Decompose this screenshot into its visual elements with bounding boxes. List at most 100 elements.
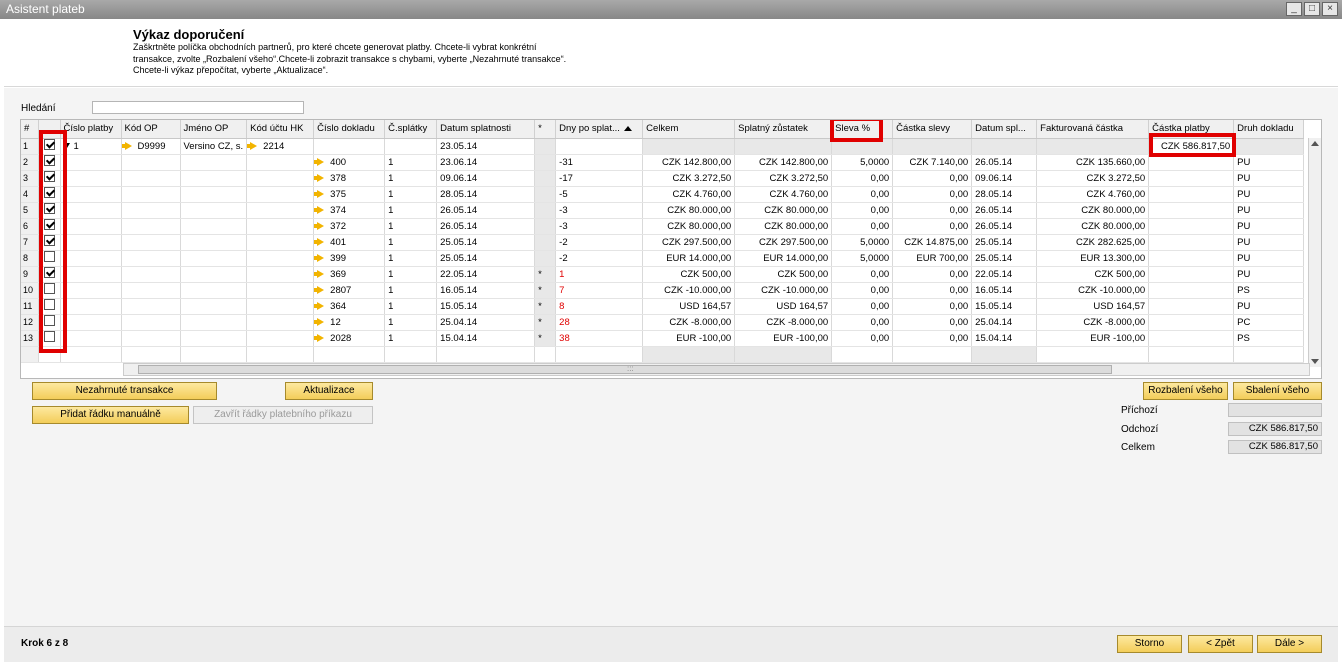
table-row[interactable]: 10 2807 1 16.05.14 * 7 CZK -10.000,00 CZK -10.0… — [21, 282, 1305, 299]
discount-date-cell[interactable]: 25.05.14 — [971, 234, 1038, 251]
table-row[interactable]: 6 372 1 26.05.14 -3 CZK 80.000,00 CZK 80.000,0… — [21, 218, 1305, 235]
discount-date-cell[interactable]: 22.05.14 — [971, 266, 1038, 283]
link-arrow-icon[interactable] — [313, 189, 325, 198]
table-row[interactable]: 13 2028 1 15.04.14 * 38 EUR -100,00 EUR -100,00… — [21, 330, 1305, 347]
table-row[interactable]: 4 375 1 28.05.14 -5 CZK 4.760,00 CZK 4.760,00 0… — [21, 186, 1305, 203]
discount-amount-cell[interactable]: 0,00 — [892, 314, 973, 331]
link-arrow-icon[interactable] — [313, 269, 325, 278]
discount-amount-cell[interactable]: CZK 14.875,00 — [892, 234, 973, 251]
col-header-invoiced-amount[interactable]: Fakturovaná částka — [1036, 120, 1150, 139]
discount-date-cell[interactable]: 16.05.14 — [971, 282, 1038, 299]
row-select-cell[interactable] — [38, 186, 61, 203]
payment-amount-cell[interactable] — [1148, 250, 1235, 267]
payment-amount-cell[interactable] — [1148, 234, 1235, 251]
collapse-icon[interactable] — [63, 143, 70, 149]
doc-no-cell[interactable]: 364 — [313, 298, 386, 315]
doc-no-cell[interactable]: 375 — [313, 186, 386, 203]
discount-date-cell[interactable]: 09.06.14 — [971, 170, 1038, 187]
payment-amount-cell[interactable] — [1148, 154, 1235, 171]
table-row[interactable]: 11 364 1 15.05.14 * 8 USD 164,57 USD 164,57 0,00… — [21, 298, 1305, 315]
discount-amount-cell[interactable]: 0,00 — [892, 330, 973, 347]
discount-pct-cell[interactable]: 5,0000 — [831, 154, 894, 171]
next-button[interactable]: Dále > — [1257, 635, 1322, 653]
payment-amount-cell[interactable] — [1148, 266, 1235, 283]
link-arrow-icon[interactable] — [313, 157, 325, 166]
payment-amount-cell[interactable] — [1148, 202, 1235, 219]
doc-no-cell[interactable]: 12 — [313, 314, 386, 331]
bp-code-cell[interactable]: D9999 — [121, 138, 181, 155]
link-arrow-icon[interactable] — [313, 285, 325, 294]
discount-date-cell[interactable]: 26.05.14 — [971, 202, 1038, 219]
row-select-checkbox[interactable] — [43, 299, 55, 311]
link-arrow-icon[interactable] — [121, 141, 132, 150]
row-select-checkbox[interactable] — [43, 315, 55, 327]
col-header-discount-date[interactable]: Datum spl... — [971, 120, 1038, 139]
discount-amount-cell[interactable]: CZK 7.140,00 — [892, 154, 973, 171]
link-arrow-icon[interactable] — [313, 333, 325, 342]
discount-date-cell[interactable]: 25.04.14 — [971, 314, 1038, 331]
discount-pct-cell[interactable]: 0,00 — [831, 282, 894, 299]
doc-no-cell[interactable]: 400 — [313, 154, 386, 171]
link-arrow-icon[interactable] — [313, 253, 325, 262]
doc-no-cell[interactable]: 2028 — [313, 330, 386, 347]
row-select-checkbox[interactable] — [43, 267, 55, 279]
discount-date-cell[interactable]: 28.05.14 — [971, 186, 1038, 203]
table-row[interactable]: 8 399 1 25.05.14 -2 EUR 14.000,00 EUR 14.000,0… — [21, 250, 1305, 267]
row-select-checkbox[interactable] — [43, 139, 55, 151]
col-header-star[interactable]: * — [534, 120, 557, 139]
discount-pct-cell[interactable]: 0,00 — [831, 298, 894, 315]
row-select-checkbox[interactable] — [43, 155, 55, 167]
row-select-checkbox[interactable] — [43, 187, 55, 199]
doc-no-cell[interactable]: 372 — [313, 218, 386, 235]
col-header-select[interactable] — [38, 120, 61, 139]
doc-no-cell[interactable]: 2807 — [313, 282, 386, 299]
discount-pct-cell[interactable]: 0,00 — [831, 314, 894, 331]
link-arrow-icon[interactable] — [313, 173, 325, 182]
add-manual-row-button[interactable]: Přidat řádku manuálně — [32, 406, 189, 424]
payment-amount-cell[interactable] — [1148, 186, 1235, 203]
row-select-cell[interactable] — [38, 234, 61, 251]
vertical-scrollbar[interactable] — [1308, 138, 1321, 367]
row-select-cell[interactable] — [38, 298, 61, 315]
horizontal-scrollbar[interactable]: ::: — [123, 363, 1310, 376]
row-select-checkbox[interactable] — [43, 219, 55, 231]
minimize-icon[interactable]: _ — [1286, 2, 1302, 16]
refresh-button[interactable]: Aktualizace — [285, 382, 373, 400]
row-select-cell[interactable] — [38, 330, 61, 347]
table-row[interactable]: 7 401 1 25.05.14 -2 CZK 297.500,00 CZK 297.500… — [21, 234, 1305, 251]
discount-pct-cell[interactable]: 0,00 — [831, 330, 894, 347]
discount-date-cell[interactable]: 15.04.14 — [971, 330, 1038, 347]
discount-date-cell[interactable]: 25.05.14 — [971, 250, 1038, 267]
row-select-checkbox[interactable] — [43, 283, 55, 295]
cancel-button[interactable]: Storno — [1117, 635, 1182, 653]
discount-pct-cell[interactable]: 0,00 — [831, 202, 894, 219]
discount-amount-cell[interactable]: EUR 700,00 — [892, 250, 973, 267]
close-payment-rows-button[interactable]: Zavřít řádky platebního příkazu — [193, 406, 373, 424]
discount-date-cell[interactable]: 26.05.14 — [971, 154, 1038, 171]
scroll-thumb[interactable]: ::: — [138, 364, 1112, 374]
payment-no-cell[interactable]: 1 — [60, 138, 122, 155]
search-input[interactable] — [92, 101, 304, 114]
discount-amount-cell[interactable]: 0,00 — [892, 202, 973, 219]
row-select-cell[interactable] — [38, 314, 61, 331]
link-arrow-icon[interactable] — [313, 301, 325, 310]
col-header-bp-code[interactable]: Kód OP — [121, 120, 181, 139]
discount-amount-cell[interactable]: 0,00 — [892, 170, 973, 187]
discount-pct-cell[interactable]: 5,0000 — [831, 250, 894, 267]
col-header-payment-no[interactable]: Číslo platby — [60, 120, 122, 139]
col-header-due-date[interactable]: Datum splatnosti — [436, 120, 536, 139]
excluded-transactions-button[interactable]: Nezahrnuté transakce — [32, 382, 217, 400]
row-select-cell[interactable] — [38, 250, 61, 267]
col-header-days-overdue[interactable]: Dny po splat... — [555, 120, 644, 139]
row-select-checkbox[interactable] — [43, 171, 55, 183]
discount-amount-cell[interactable]: 0,00 — [892, 298, 973, 315]
col-header-discount-amount[interactable]: Částka slevy — [892, 120, 973, 139]
group-row[interactable]: 1 1 D9999 Versino CZ, s. 2214 23.05.14 C… — [21, 138, 1305, 155]
scroll-up-icon[interactable] — [1311, 141, 1319, 146]
back-button[interactable]: < Zpět — [1188, 635, 1253, 653]
col-header-total[interactable]: Celkem — [642, 120, 736, 139]
col-header-doc-type[interactable]: Druh dokladu — [1233, 120, 1305, 139]
discount-amount-cell[interactable]: 0,00 — [892, 218, 973, 235]
expand-all-button[interactable]: Rozbalení všeho — [1143, 382, 1228, 400]
col-header-doc-no[interactable]: Číslo dokladu — [313, 120, 386, 139]
